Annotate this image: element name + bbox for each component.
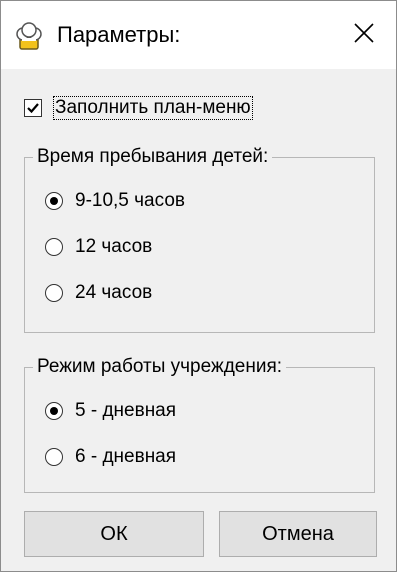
radio-label: 9-10,5 часов (75, 190, 185, 211)
fill-plan-menu-label: Заполнить план-меню (53, 96, 253, 120)
radio-button[interactable] (45, 448, 63, 466)
radio-button[interactable] (45, 402, 63, 420)
radio-label: 24 часов (75, 282, 153, 303)
radio-label: 12 часов (75, 236, 153, 257)
close-icon (353, 22, 375, 49)
window-title: Параметры: (57, 22, 181, 47)
title-bar: Параметры: (1, 1, 396, 69)
fill-plan-menu-checkbox[interactable]: Заполнить план-меню (24, 95, 253, 121)
chef-hat-icon (13, 21, 45, 53)
ok-button[interactable]: ОК (24, 511, 204, 557)
radio-label: 5 - дневная (75, 400, 177, 421)
radio-button[interactable] (45, 238, 63, 256)
cancel-button[interactable]: Отмена (219, 511, 377, 557)
radio-option-9-10-5-hours[interactable]: 9-10,5 часов (45, 188, 185, 214)
radio-button[interactable] (45, 284, 63, 302)
work-mode-group: Режим работы учреждения: 5 - дневная 6 -… (24, 355, 375, 493)
checkbox-box[interactable] (24, 99, 42, 117)
stay-time-group: Время пребывания детей: 9-10,5 часов 12 … (24, 145, 375, 333)
radio-option-6-day[interactable]: 6 - дневная (45, 444, 176, 470)
radio-option-12-hours[interactable]: 12 часов (45, 234, 152, 260)
radio-button[interactable] (45, 192, 63, 210)
close-button[interactable] (332, 1, 396, 69)
work-mode-legend: Режим работы учреждения: (33, 355, 287, 379)
radio-label: 6 - дневная (75, 446, 177, 467)
radio-option-5-day[interactable]: 5 - дневная (45, 398, 176, 424)
parameters-dialog: Параметры: Заполнить план-меню Время пре… (0, 0, 397, 572)
stay-time-legend: Время пребывания детей: (33, 145, 273, 169)
radio-option-24-hours[interactable]: 24 часов (45, 280, 152, 306)
